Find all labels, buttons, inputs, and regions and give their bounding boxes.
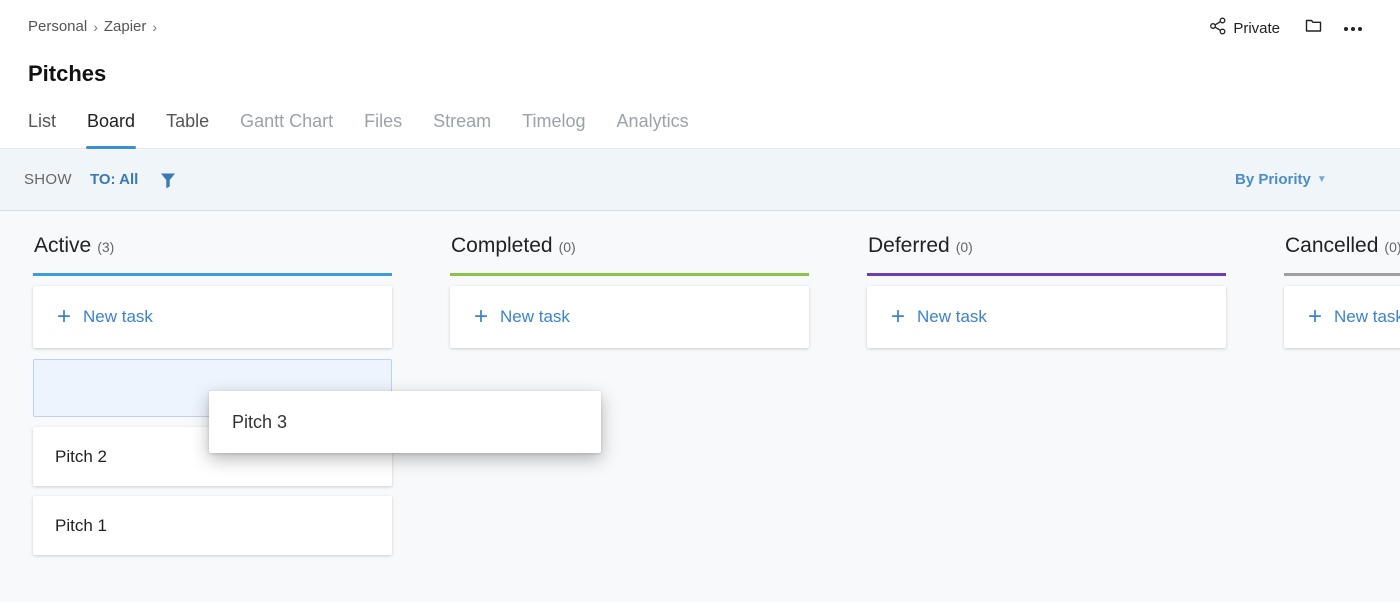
tab-table[interactable]: Table bbox=[166, 108, 209, 149]
folder-button[interactable] bbox=[1302, 17, 1324, 39]
column-header: Cancelled (0) bbox=[1284, 232, 1400, 276]
page-title: Pitches bbox=[28, 61, 107, 86]
board-toolbar: SHOW TO: All By Priority ▼ bbox=[0, 150, 1400, 211]
column-count: (0) bbox=[955, 239, 973, 255]
breadcrumb: Personal › Zapier › bbox=[28, 18, 157, 35]
filter-icon[interactable] bbox=[160, 172, 176, 194]
new-task-label: New task bbox=[917, 307, 987, 326]
tab-analytics[interactable]: Analytics bbox=[617, 108, 689, 149]
share-icon bbox=[1209, 17, 1227, 39]
tab-list[interactable]: List bbox=[28, 108, 56, 149]
privacy-share-button[interactable]: Private bbox=[1209, 17, 1280, 39]
column-title: Completed bbox=[451, 234, 553, 257]
column-header: Active (3) bbox=[33, 232, 392, 276]
group-by-dropdown[interactable]: By Priority ▼ bbox=[1235, 171, 1327, 188]
dragging-task-card[interactable]: Pitch 3 bbox=[209, 391, 601, 453]
tab-gantt-chart[interactable]: Gantt Chart bbox=[240, 108, 333, 149]
column-completed: Completed (0) + New task bbox=[450, 232, 809, 348]
column-header: Completed (0) bbox=[450, 232, 809, 276]
column-cancelled: Cancelled (0) + New task bbox=[1284, 232, 1400, 348]
tab-board[interactable]: Board bbox=[86, 108, 137, 149]
column-header: Deferred (0) bbox=[867, 232, 1226, 276]
new-task-button[interactable]: + New task bbox=[1284, 286, 1400, 348]
breadcrumb-item-personal[interactable]: Personal bbox=[28, 18, 87, 35]
plus-icon: + bbox=[891, 303, 906, 330]
folder-icon bbox=[1305, 18, 1322, 38]
new-task-button[interactable]: + New task bbox=[33, 286, 392, 348]
column-title: Deferred bbox=[868, 234, 950, 257]
privacy-label: Private bbox=[1233, 19, 1280, 37]
plus-icon: + bbox=[474, 303, 489, 330]
breadcrumb-item-zapier[interactable]: Zapier bbox=[104, 18, 147, 35]
new-task-label: New task bbox=[1334, 307, 1400, 326]
assignee-filter[interactable]: TO: All bbox=[90, 171, 138, 188]
more-options-button[interactable] bbox=[1342, 17, 1364, 39]
show-label: SHOW bbox=[24, 171, 72, 188]
column-deferred: Deferred (0) + New task bbox=[867, 232, 1226, 348]
tab-stream[interactable]: Stream bbox=[433, 108, 491, 149]
column-count: (3) bbox=[97, 239, 115, 255]
group-by-label: By Priority bbox=[1235, 171, 1311, 188]
new-task-label: New task bbox=[83, 307, 153, 326]
page-header: Personal › Zapier › Pitches List Board T… bbox=[0, 0, 1400, 149]
caret-down-icon: ▼ bbox=[1316, 174, 1327, 185]
new-task-button[interactable]: + New task bbox=[867, 286, 1226, 348]
top-actions: Private bbox=[1209, 17, 1364, 39]
tab-files[interactable]: Files bbox=[364, 108, 402, 149]
view-tabs: List Board Table Gantt Chart Files Strea… bbox=[28, 108, 720, 149]
new-task-button[interactable]: + New task bbox=[450, 286, 809, 348]
column-count: (0) bbox=[558, 239, 576, 255]
column-title: Active bbox=[34, 234, 92, 257]
chevron-right-icon: › bbox=[93, 18, 98, 35]
more-horizontal-icon bbox=[1343, 19, 1363, 37]
chevron-right-icon: › bbox=[152, 18, 158, 35]
column-count: (0) bbox=[1384, 239, 1400, 255]
tab-timelog[interactable]: Timelog bbox=[522, 108, 585, 149]
plus-icon: + bbox=[1308, 303, 1323, 330]
plus-icon: + bbox=[57, 303, 72, 330]
task-card[interactable]: Pitch 1 bbox=[33, 496, 392, 555]
new-task-label: New task bbox=[500, 307, 570, 326]
column-title: Cancelled bbox=[1285, 234, 1379, 257]
